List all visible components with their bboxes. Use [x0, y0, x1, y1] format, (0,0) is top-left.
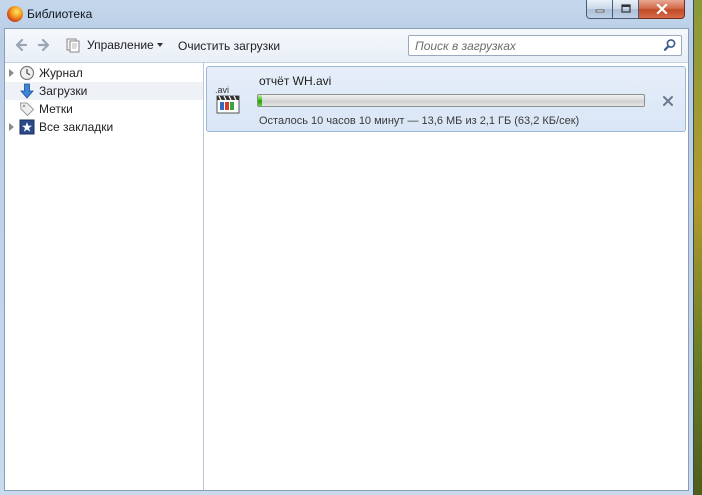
search-icon[interactable] [663, 38, 677, 52]
video-file-icon [216, 95, 240, 114]
maximize-icon [620, 4, 631, 13]
expand-arrow-icon[interactable] [9, 123, 14, 131]
client-area: Управление Очистить загрузки Журнал [4, 28, 689, 491]
desktop-background [694, 0, 702, 495]
search-input[interactable] [409, 36, 659, 55]
organize-documents-icon [66, 38, 80, 53]
sidebar-item-label: Все закладки [39, 120, 114, 134]
caption-buttons [586, 0, 685, 20]
star-icon [19, 119, 35, 135]
download-item[interactable]: .avi отчёт WH.avi Осталось 10 часов 10 м… [206, 66, 686, 132]
expand-arrow-icon[interactable] [9, 69, 14, 77]
minimize-button[interactable] [586, 0, 613, 19]
sidebar-item-label: Журнал [39, 66, 83, 80]
file-name: отчёт WH.avi [259, 74, 332, 88]
window-title: Библиотека [27, 7, 93, 21]
toolbar: Управление Очистить загрузки [5, 29, 688, 63]
chevron-down-icon [156, 43, 163, 47]
sidebar-item-history[interactable]: Журнал [5, 64, 203, 82]
title-bar[interactable]: Библиотека [0, 0, 694, 28]
clear-downloads-button[interactable]: Очистить загрузки [178, 39, 280, 53]
tag-icon [19, 102, 35, 117]
downloads-list: .avi отчёт WH.avi Осталось 10 часов 10 м… [204, 63, 688, 490]
sidebar-item-label: Загрузки [39, 84, 88, 98]
back-arrow-icon[interactable] [13, 37, 29, 53]
close-button[interactable] [639, 0, 685, 19]
cancel-download-icon[interactable] [661, 94, 675, 108]
organize-label: Управление [87, 38, 154, 52]
sidebar-item-downloads[interactable]: Загрузки [5, 82, 203, 100]
forward-arrow-icon[interactable] [36, 37, 52, 53]
download-arrow-icon [20, 83, 34, 99]
sidebar-tree: Журнал Загрузки Метки Все закладки [5, 63, 204, 490]
minimize-icon [595, 9, 604, 13]
download-status: Осталось 10 часов 10 минут — 13,6 МБ из … [259, 115, 580, 127]
clock-icon [19, 65, 35, 81]
firefox-icon [7, 6, 23, 22]
maximize-button[interactable] [613, 0, 639, 19]
sidebar-item-all-bookmarks[interactable]: Все закладки [5, 118, 203, 136]
close-icon [655, 4, 668, 14]
search-box [408, 35, 682, 56]
sidebar-item-tags[interactable]: Метки [5, 100, 203, 118]
progress-fill [258, 95, 262, 106]
sidebar-item-label: Метки [39, 102, 73, 116]
download-progress-bar [257, 94, 645, 107]
organize-menu-button[interactable]: Управление [65, 36, 163, 54]
library-window: Библиотека Управление Очистить загрузки … [0, 0, 694, 495]
